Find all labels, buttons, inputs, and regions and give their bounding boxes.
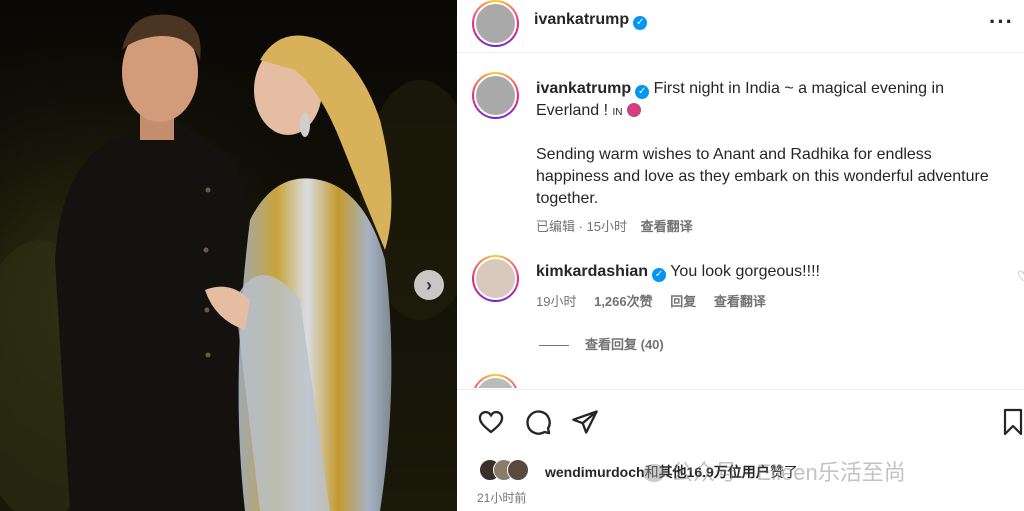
caption-username[interactable]: ivankatrump — [536, 80, 631, 97]
bookmark-icon[interactable] — [1002, 408, 1024, 436]
caption-translate-link[interactable]: 查看翻译 — [641, 219, 693, 234]
watermark-text: 公众号 · Eileen乐活至尚 — [671, 460, 906, 485]
wechat-logo-icon — [643, 464, 665, 482]
share-icon[interactable] — [571, 408, 599, 436]
view-replies[interactable]: 查看回复 (40) — [539, 334, 664, 353]
comment-text: You look gorgeous!!!! — [670, 263, 820, 280]
caption-line2: Everland ! — [536, 102, 609, 119]
comment-translate-link[interactable]: 查看翻译 — [714, 294, 766, 309]
post-details-panel: ivankatrump ✓ ··· ivankatrump ✓ First nigh… — [457, 0, 1024, 511]
caption-time: 15小时 — [586, 219, 628, 234]
likes-avatars[interactable] — [479, 459, 539, 481]
caption-line1: First night in India ~ a magical evening… — [653, 80, 944, 97]
comment-like-heart-icon[interactable]: ♡ — [1017, 268, 1024, 285]
comment-reply-link[interactable]: 回复 — [670, 294, 696, 309]
comment-avatar[interactable] — [472, 255, 519, 302]
likes-user[interactable]: wendimurdoch — [545, 464, 645, 480]
comment-time: 19小时 — [536, 294, 577, 309]
comment-username[interactable]: kimkardashian — [536, 263, 648, 280]
caption-paragraph: Sending warm wishes to Anant and Radhika… — [536, 146, 989, 207]
comment-icon[interactable] — [524, 408, 552, 436]
comment-likes[interactable]: 1,266次赞 — [594, 294, 653, 309]
chevron-right-icon: › — [426, 275, 432, 295]
caption-meta: 已编辑 · 15小时 查看翻译 — [536, 219, 693, 234]
post-photo: › — [0, 0, 457, 511]
header-username[interactable]: ivankatrump — [534, 11, 629, 28]
globe-flag-icon — [626, 103, 641, 117]
comment-meta: 19小时 1,266次赞 回复 查看翻译 — [536, 291, 996, 313]
flag-text: IN — [612, 107, 623, 118]
caption-edited: 已编辑 — [536, 219, 576, 234]
post-header: ivankatrump ✓ ··· — [457, 0, 1024, 50]
header-avatar[interactable] — [472, 0, 519, 47]
heart-icon[interactable] — [477, 408, 505, 436]
watermark: 公众号 · Eileen乐活至尚 — [643, 455, 906, 487]
liker-avatar — [507, 459, 529, 481]
comment-block: kimkardashian ✓ You look gorgeous!!!! 19小… — [536, 261, 996, 313]
more-horizontal-icon[interactable]: ··· — [989, 9, 1014, 35]
replies-line — [539, 345, 569, 347]
next-image-button[interactable]: › — [414, 270, 444, 300]
actions-divider — [457, 389, 1024, 390]
verified-badge-icon: ✓ — [633, 16, 648, 30]
caption-block: ivankatrump ✓ First night in India ~ a ma… — [536, 78, 996, 238]
post-time: 21小时前 — [477, 491, 527, 505]
header-divider — [457, 52, 1024, 53]
verified-badge-icon: ✓ — [652, 268, 667, 282]
next-comment-avatar-partial — [472, 374, 519, 388]
header-user: ivankatrump ✓ — [534, 11, 648, 30]
caption-avatar[interactable] — [472, 72, 519, 119]
view-replies-link[interactable]: 查看回复 (40) — [585, 337, 664, 352]
verified-badge-icon: ✓ — [635, 85, 650, 99]
post-photo-art — [0, 0, 457, 511]
